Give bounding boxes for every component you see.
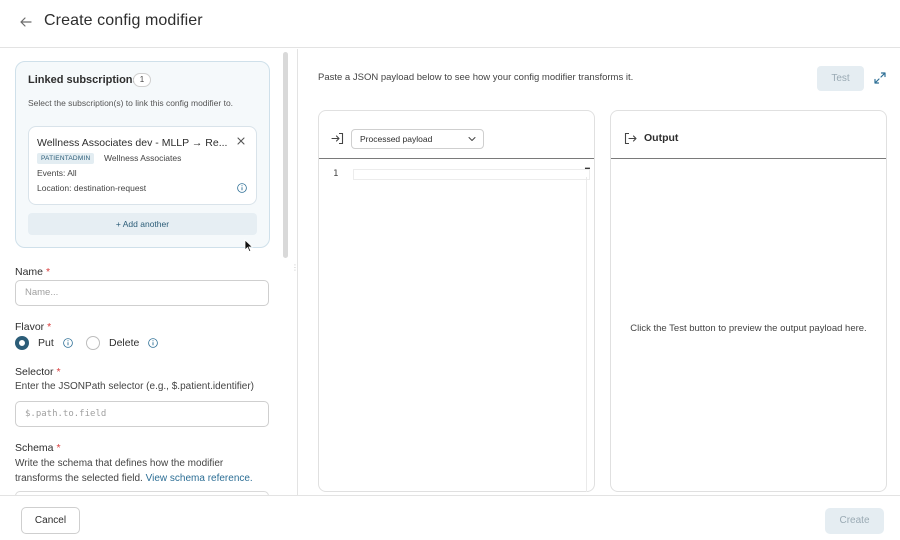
output-title: Output [644, 132, 679, 144]
expand-icon [874, 72, 886, 84]
output-empty-state: Click the Test button to preview the out… [630, 323, 867, 334]
subscription-count-badge: 1 [133, 73, 151, 87]
export-icon [624, 132, 637, 145]
cancel-button[interactable]: Cancel [21, 507, 80, 534]
chevron-down-icon [468, 137, 476, 141]
info-icon[interactable] [237, 183, 247, 193]
subscription-events: Events: All [37, 168, 77, 178]
selector-help: Enter the JSONPath selector (e.g., $.pat… [15, 381, 255, 392]
close-icon [237, 137, 245, 145]
subscription-location: Location: destination-request [37, 183, 147, 193]
info-icon[interactable] [148, 338, 158, 348]
flavor-put-radio[interactable] [15, 336, 29, 350]
flavor-delete-label: Delete [109, 337, 140, 349]
left-pane-scrollbar[interactable] [283, 52, 288, 258]
arrow-left-icon [20, 17, 32, 27]
input-payload-panel: Processed payload 1 ━ [318, 110, 595, 492]
event-type-tag: PATIENTADMIN [37, 153, 95, 164]
subscription-org: Wellness Associates [104, 153, 182, 163]
subscription-card: Wellness Associates dev - MLLP → Re... P… [28, 126, 257, 205]
flavor-put-label: Put [38, 337, 54, 349]
back-button[interactable] [17, 13, 35, 31]
payload-type-value: Processed payload [360, 134, 433, 144]
test-button[interactable]: Test [817, 66, 864, 91]
resize-handle[interactable]: ⋮ [291, 264, 299, 278]
name-input[interactable]: Name... [15, 280, 269, 306]
linked-subscriptions-title: Linked subscriptions [28, 74, 139, 86]
subscription-name: Wellness Associates dev - MLLP → Re... [37, 137, 228, 149]
output-panel-header: Output [611, 111, 886, 159]
page-header: Create config modifier [0, 0, 900, 48]
selector-label: Selector * [15, 366, 61, 378]
linked-subscriptions-description: Select the subscription(s) to link this … [28, 98, 234, 108]
editor-fold-marker: ━ [585, 164, 590, 173]
preview-description: Paste a JSON payload below to see how yo… [318, 72, 634, 83]
linked-subscriptions-card: Linked subscriptions 1 Select the subscr… [15, 61, 270, 248]
payload-type-select[interactable]: Processed payload [351, 129, 484, 149]
output-panel: Output Click the Test button to preview … [610, 110, 887, 492]
mouse-cursor-icon [244, 239, 254, 253]
name-label: Name * [15, 266, 51, 278]
remove-subscription-button[interactable] [237, 136, 245, 148]
footer: Cancel Create [0, 495, 900, 540]
line-number: 1 [333, 169, 339, 179]
pane-divider [297, 49, 298, 495]
schema-reference-link[interactable]: View schema reference. [146, 473, 253, 484]
schema-help-line1: Write the schema that defines how the mo… [15, 458, 224, 469]
expand-button[interactable] [873, 71, 887, 85]
import-icon [331, 132, 344, 145]
create-button[interactable]: Create [825, 508, 884, 534]
json-editor-line[interactable] [353, 169, 590, 180]
schema-label: Schema * [15, 442, 61, 454]
editor-scroll-track [586, 177, 587, 492]
flavor-delete-radio[interactable] [86, 336, 100, 350]
flavor-label: Flavor * [15, 321, 52, 333]
selector-input[interactable]: $.path.to.field [15, 401, 269, 427]
config-form-pane: Linked subscriptions 1 Select the subscr… [0, 49, 289, 495]
input-panel-header: Processed payload [319, 111, 594, 159]
add-another-button[interactable]: + Add another [28, 213, 257, 235]
schema-help-line2: transforms the selected field. View sche… [15, 473, 253, 484]
page-title: Create config modifier [44, 12, 203, 29]
info-icon[interactable] [63, 338, 73, 348]
